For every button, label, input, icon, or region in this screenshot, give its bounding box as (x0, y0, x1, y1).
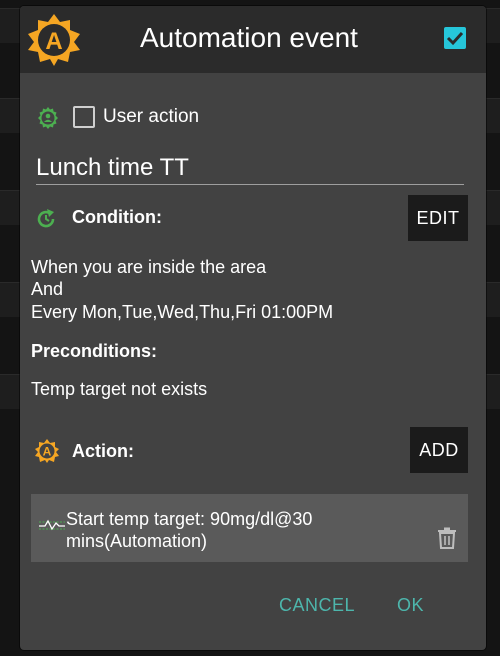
dialog-title: Automation event (140, 22, 358, 53)
user-gear-icon (38, 107, 58, 129)
edit-condition-button[interactable]: EDIT (408, 195, 468, 241)
svg-text:A: A (45, 28, 62, 55)
automation-event-dialog: A Automation event User action Condition… (20, 6, 486, 650)
androidaps-logo-icon: A (35, 439, 59, 463)
temp-target-icon (39, 519, 65, 531)
check-icon (446, 31, 464, 46)
action-item-line: Start temp target: 90mg/dl@30 (66, 509, 313, 529)
cancel-button[interactable]: CANCEL (279, 595, 355, 616)
condition-line: Every Mon,Tue,Wed,Thu,Fri 01:00PM (31, 302, 334, 322)
ok-button[interactable]: OK (397, 595, 424, 616)
action-item-text: Start temp target: 90mg/dl@30 mins(Autom… (66, 508, 312, 552)
trash-icon[interactable] (437, 527, 457, 549)
condition-label: Condition: (72, 207, 162, 227)
action-item-line: mins(Automation) (66, 531, 208, 551)
androidaps-logo-icon: A (28, 14, 80, 66)
enabled-checkbox[interactable] (444, 27, 466, 49)
action-list-item[interactable]: Start temp target: 90mg/dl@30 mins(Autom… (31, 494, 468, 562)
svg-text:A: A (43, 445, 52, 459)
preconditions-text: Temp target not exists (31, 379, 208, 399)
refresh-icon (37, 209, 55, 228)
preconditions-label: Preconditions: (31, 341, 158, 361)
condition-line: And (31, 279, 64, 299)
condition-line: When you are inside the area (31, 257, 267, 277)
event-name-input[interactable] (36, 152, 464, 185)
user-action-label: User action (103, 106, 200, 127)
dialog-title-bar: A Automation event (20, 6, 486, 73)
user-action-checkbox[interactable] (73, 106, 95, 128)
add-action-button[interactable]: ADD (410, 427, 468, 473)
action-label: Action: (72, 441, 134, 461)
